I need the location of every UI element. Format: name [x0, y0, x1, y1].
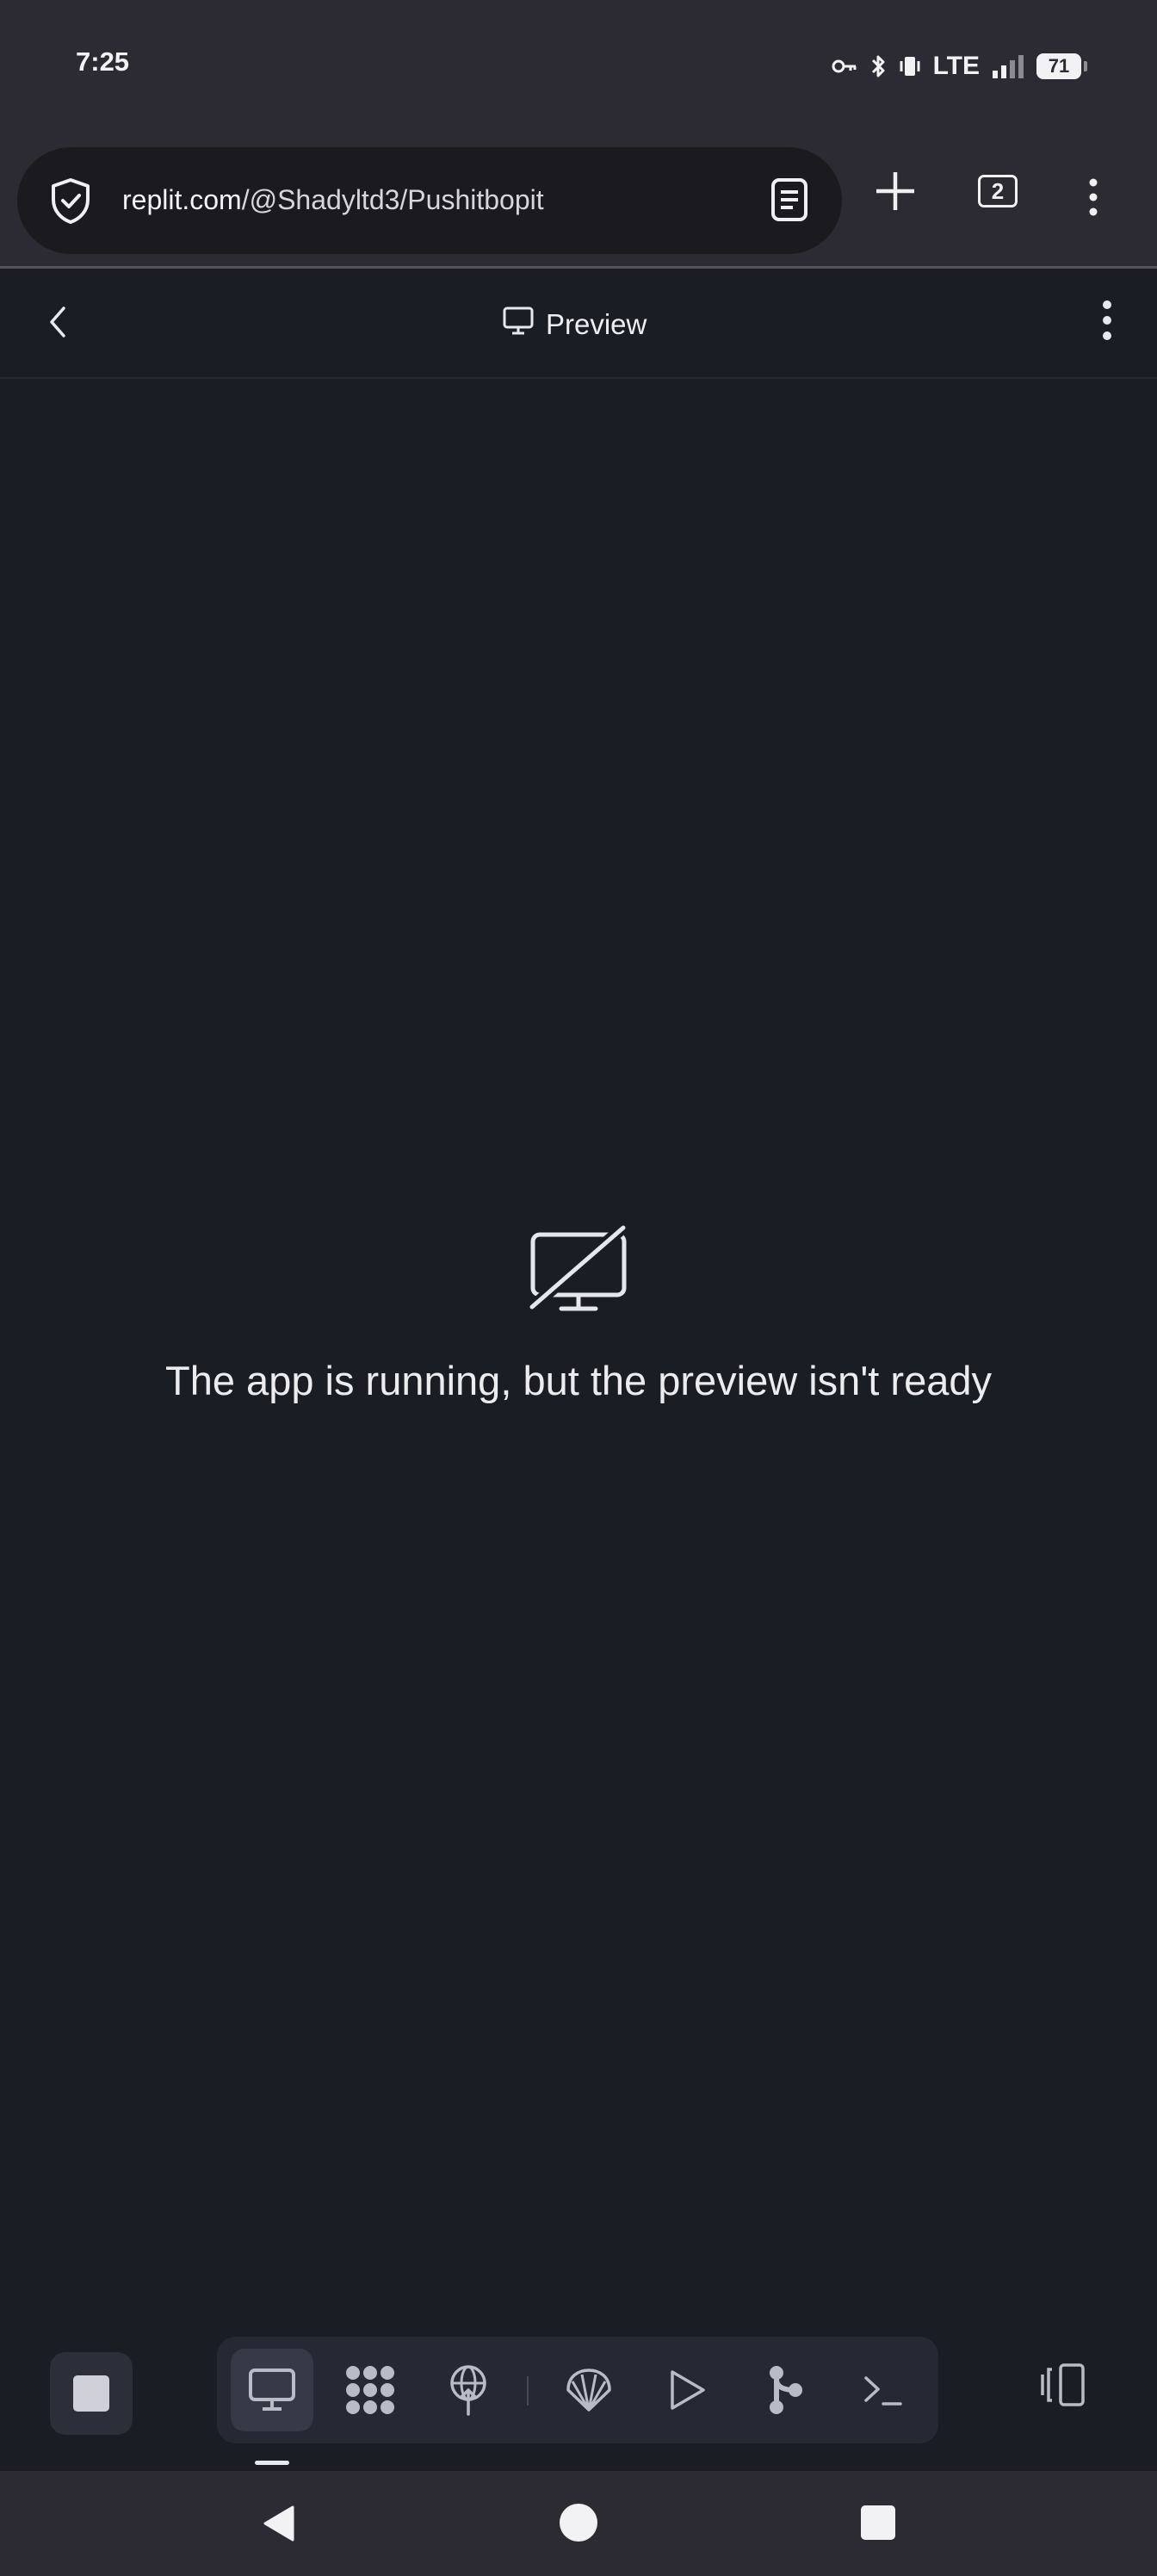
agent-shell-icon: [566, 2369, 611, 2412]
security-shield-icon[interactable]: [48, 176, 93, 229]
tab-switcher-icon: 2: [978, 175, 1018, 207]
tool-extensions[interactable]: [329, 2349, 411, 2431]
active-tool-indicator: [255, 2461, 289, 2465]
url-path: /@Shadyltd3/Pushitbopit: [241, 184, 544, 215]
browser-toolbar: replit.com/@Shadyltd3/Pushitbopit 2: [0, 133, 1157, 269]
workspace-toolbar: [0, 2325, 1157, 2471]
url-host: replit.com: [122, 184, 242, 215]
new-tab-plus-icon: [875, 170, 916, 216]
battery-icon: 71: [1036, 53, 1087, 79]
tool-run[interactable]: [646, 2349, 728, 2431]
preview-header: Preview: [0, 269, 1157, 379]
status-icons: LTE 71: [832, 48, 1087, 84]
signal-icon: [992, 53, 1024, 79]
deploy-globe-icon: [450, 2365, 486, 2416]
url-bar[interactable]: replit.com/@Shadyltd3/Pushitbopit: [17, 147, 842, 254]
layout-toggle-icon[interactable]: [1038, 2362, 1086, 2412]
tool-ai-agent[interactable]: [548, 2349, 630, 2431]
browser-menu-icon: [1088, 178, 1098, 220]
reader-mode-icon[interactable]: [770, 176, 809, 227]
browser-menu-button[interactable]: [1088, 178, 1098, 220]
stop-button[interactable]: [50, 2352, 133, 2435]
tab-switcher-button[interactable]: 2: [978, 175, 1018, 207]
nav-home-icon[interactable]: [560, 2504, 597, 2542]
tool-shell[interactable]: [842, 2349, 925, 2431]
nav-back-icon[interactable]: [260, 2504, 296, 2548]
url-text[interactable]: replit.com/@Shadyltd3/Pushitbopit: [122, 184, 544, 216]
play-icon: [671, 2370, 705, 2410]
preview-title-text: Preview: [546, 308, 647, 340]
vibrate-icon: [899, 54, 921, 78]
status-time: 7:25: [76, 46, 130, 77]
monitor-icon: [249, 2369, 295, 2411]
status-bar: 7:25 LTE 71: [0, 0, 1157, 133]
preview-empty-state: The app is running, but the preview isn'…: [0, 1223, 1157, 1404]
extensions-grid-icon: [346, 2366, 394, 2414]
back-chevron-icon[interactable]: [45, 303, 71, 345]
git-branch-icon: [770, 2366, 802, 2414]
tool-dock: [217, 2337, 938, 2443]
preview-not-ready-message: The app is running, but the preview isn'…: [165, 1358, 992, 1403]
tool-separator: [527, 2376, 529, 2406]
tool-deployments[interactable]: [427, 2349, 510, 2431]
battery-level: 71: [1048, 55, 1070, 77]
stop-icon: [73, 2375, 109, 2412]
network-type: LTE: [932, 52, 980, 80]
preview-title: Preview: [503, 307, 647, 343]
vpn-key-icon: [832, 58, 857, 75]
new-tab-button[interactable]: [875, 170, 916, 216]
tab-count: 2: [991, 177, 1005, 204]
monitor-icon: [503, 307, 534, 343]
monitor-off-icon: [529, 1223, 628, 1314]
nav-recents-icon[interactable]: [861, 2505, 895, 2540]
terminal-icon: [864, 2376, 902, 2406]
more-vertical-icon[interactable]: [1102, 300, 1112, 345]
bluetooth-icon: [869, 53, 887, 79]
tool-git[interactable]: [744, 2349, 826, 2431]
tool-preview[interactable]: [231, 2349, 313, 2431]
system-nav-bar: [0, 2471, 1157, 2576]
